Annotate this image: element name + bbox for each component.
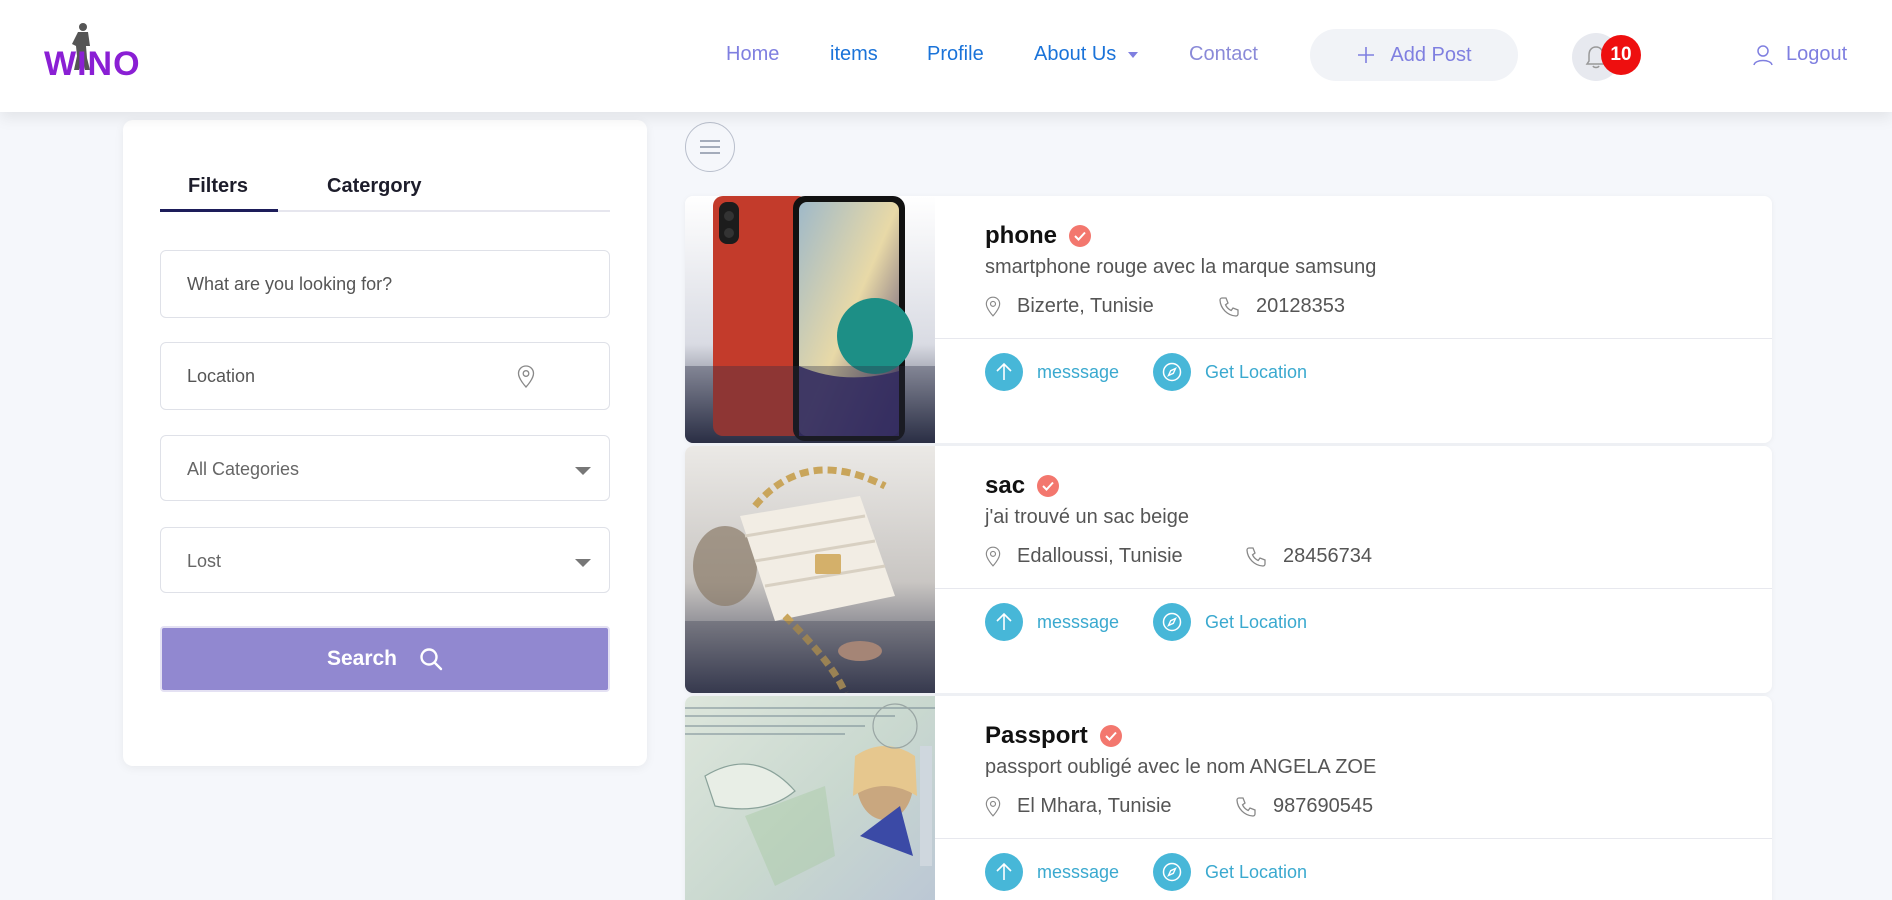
verified-badge bbox=[1037, 475, 1060, 497]
post-title[interactable]: phone bbox=[985, 222, 1057, 250]
search-button-label: Search bbox=[326, 647, 398, 670]
user-icon bbox=[1753, 44, 1773, 65]
post-phone: 20128353 bbox=[1218, 295, 1345, 318]
notification-count-badge: 10 bbox=[1601, 35, 1641, 75]
chevron-down-icon bbox=[1128, 51, 1139, 58]
arrow-up-icon bbox=[985, 853, 1023, 891]
get-location-button[interactable]: Get Location bbox=[1153, 853, 1307, 891]
check-icon bbox=[1042, 481, 1054, 491]
post-location: El Mhara, Tunisie bbox=[985, 795, 1172, 818]
phone-icon bbox=[1219, 296, 1239, 317]
get-location-button[interactable]: Get Location bbox=[1153, 353, 1307, 391]
post-phone-text: 28456734 bbox=[1283, 545, 1372, 567]
compass-icon bbox=[1153, 353, 1191, 391]
phone-icon bbox=[1246, 546, 1266, 567]
top-navbar: WINO Home items Profile About Us Contact… bbox=[0, 0, 1892, 112]
nav-profile[interactable]: Profile bbox=[927, 43, 984, 66]
post-card[interactable]: phone smartphone rouge avec la marque sa… bbox=[685, 196, 1772, 443]
compass-icon bbox=[1153, 603, 1191, 641]
message-button[interactable]: messsage bbox=[985, 603, 1119, 641]
search-field[interactable] bbox=[160, 250, 610, 318]
post-image-passport[interactable] bbox=[685, 696, 935, 900]
post-card[interactable]: Passport passport oubligé avec le nom AN… bbox=[685, 696, 1772, 900]
post-phone: 987690545 bbox=[1235, 795, 1373, 818]
map-pin-icon bbox=[517, 365, 535, 388]
arrow-up-icon bbox=[985, 603, 1023, 641]
plus-icon bbox=[1358, 47, 1375, 63]
chevron-down-icon bbox=[575, 467, 591, 475]
verified-badge bbox=[1069, 225, 1091, 247]
post-image-phone[interactable] bbox=[685, 196, 935, 443]
tab-filters[interactable]: Filters bbox=[188, 175, 248, 198]
message-button[interactable]: messsage bbox=[985, 353, 1119, 391]
post-location: Bizerte, Tunisie bbox=[985, 295, 1154, 318]
post-description: smartphone rouge avec la marque samsung bbox=[985, 256, 1377, 278]
post-title[interactable]: sac bbox=[985, 472, 1025, 500]
post-description: j'ai trouvé un sac beige bbox=[985, 506, 1189, 528]
nav-about-us[interactable]: About Us bbox=[1034, 43, 1139, 66]
search-button[interactable]: Search bbox=[160, 626, 610, 692]
nav-items[interactable]: items bbox=[830, 43, 878, 66]
nav-about-label: About Us bbox=[1034, 43, 1117, 65]
search-icon bbox=[420, 648, 443, 671]
post-location: Edalloussi, Tunisie bbox=[985, 545, 1183, 568]
get-location-label: Get Location bbox=[1205, 361, 1308, 382]
arrow-up-icon bbox=[985, 353, 1023, 391]
location-input[interactable] bbox=[161, 343, 609, 409]
message-label: messsage bbox=[1037, 361, 1120, 382]
location-field[interactable] bbox=[160, 342, 610, 410]
message-button[interactable]: messsage bbox=[985, 853, 1119, 891]
card-divider bbox=[935, 838, 1772, 839]
active-tab-indicator bbox=[160, 209, 278, 212]
search-input[interactable] bbox=[161, 251, 609, 317]
map-pin-icon bbox=[985, 296, 1001, 317]
post-card[interactable]: sac j'ai trouvé un sac beige Edalloussi,… bbox=[685, 446, 1772, 693]
hamburger-icon bbox=[700, 140, 720, 154]
add-post-button[interactable]: Add Post bbox=[1310, 29, 1518, 81]
status-select[interactable]: Lost bbox=[160, 527, 610, 593]
category-select[interactable]: All Categories bbox=[160, 435, 610, 501]
post-title[interactable]: Passport bbox=[985, 722, 1088, 750]
post-location-text: Edalloussi, Tunisie bbox=[1017, 545, 1183, 567]
post-description: passport oubligé avec le nom ANGELA ZOE bbox=[985, 756, 1377, 778]
get-location-label: Get Location bbox=[1205, 611, 1308, 632]
post-title-row: phone bbox=[985, 222, 1091, 250]
filters-panel: Filters Catergory All Categories Lost Se… bbox=[123, 120, 647, 766]
menu-toggle-button[interactable] bbox=[685, 122, 735, 172]
check-icon bbox=[1074, 231, 1086, 241]
post-location-text: Bizerte, Tunisie bbox=[1017, 295, 1154, 317]
card-divider bbox=[935, 588, 1772, 589]
tab-category[interactable]: Catergory bbox=[327, 175, 421, 198]
verified-badge bbox=[1099, 725, 1122, 747]
card-divider bbox=[935, 338, 1772, 339]
chevron-down-icon bbox=[575, 559, 591, 567]
message-label: messsage bbox=[1037, 861, 1120, 882]
get-location-button[interactable]: Get Location bbox=[1153, 603, 1307, 641]
logout-button[interactable]: Logout bbox=[1752, 43, 1847, 66]
post-location-text: El Mhara, Tunisie bbox=[1017, 795, 1172, 817]
nav-contact[interactable]: Contact bbox=[1189, 43, 1258, 66]
compass-icon bbox=[1153, 853, 1191, 891]
logout-label: Logout bbox=[1786, 43, 1848, 65]
post-title-row: Passport bbox=[985, 722, 1122, 750]
add-post-label: Add Post bbox=[1390, 43, 1472, 66]
message-label: messsage bbox=[1037, 611, 1120, 632]
phone-icon bbox=[1236, 796, 1256, 817]
map-pin-icon bbox=[985, 546, 1001, 567]
post-phone: 28456734 bbox=[1245, 545, 1372, 568]
post-title-row: sac bbox=[985, 472, 1060, 500]
nav-home[interactable]: Home bbox=[726, 43, 779, 66]
category-select-value: All Categories bbox=[187, 459, 300, 479]
post-phone-text: 20128353 bbox=[1256, 295, 1345, 317]
map-pin-icon bbox=[985, 796, 1001, 817]
post-phone-text: 987690545 bbox=[1273, 795, 1374, 817]
post-image-bag[interactable] bbox=[685, 446, 935, 693]
status-select-value: Lost bbox=[187, 551, 222, 571]
check-icon bbox=[1104, 731, 1117, 741]
get-location-label: Get Location bbox=[1205, 861, 1308, 882]
